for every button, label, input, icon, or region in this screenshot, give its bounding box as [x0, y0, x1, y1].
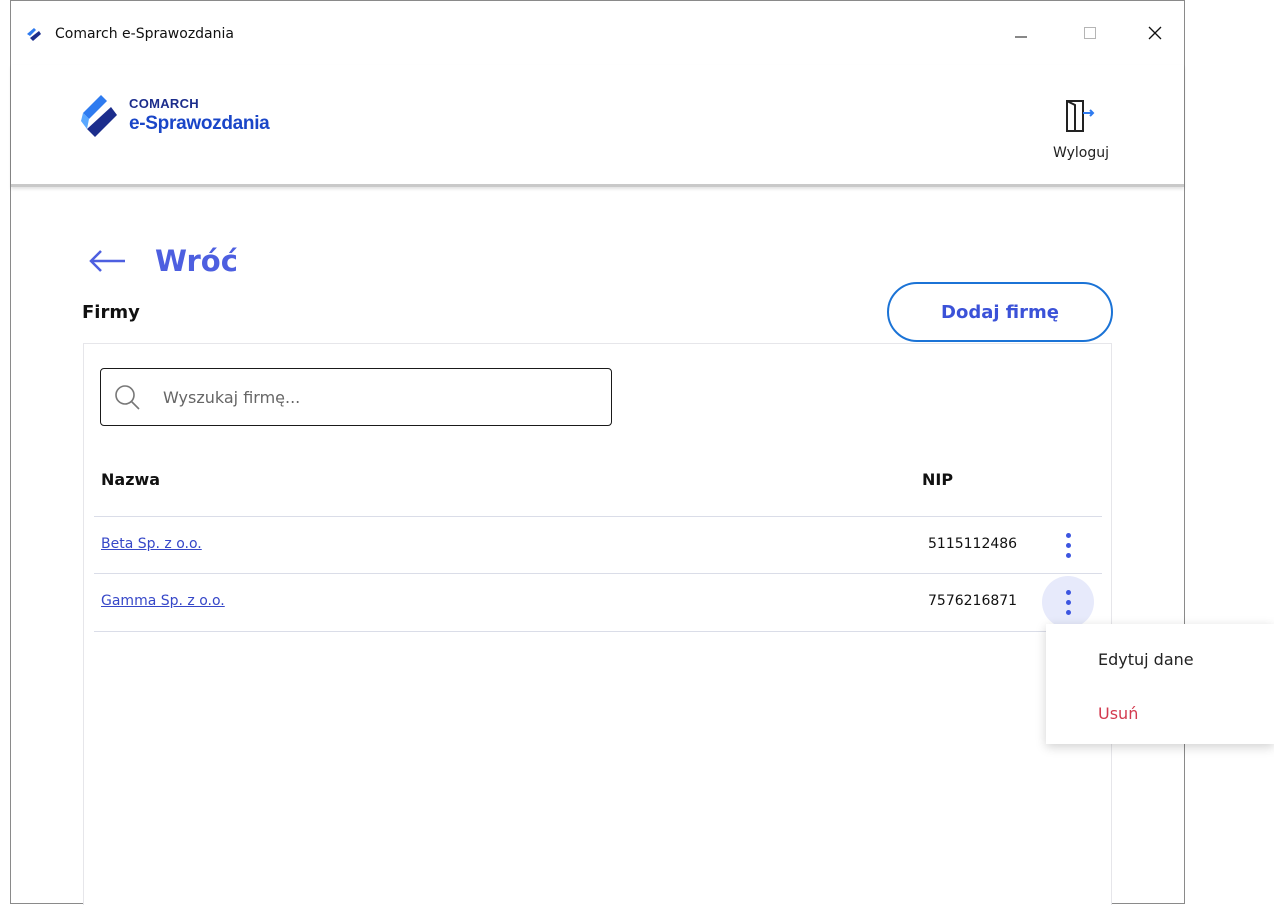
company-name-link[interactable]: Gamma Sp. z o.o.	[101, 593, 225, 609]
app-header: COMARCH e-Sprawozdania Wyloguj	[11, 65, 1184, 187]
company-name-link[interactable]: Beta Sp. z o.o.	[101, 536, 202, 552]
app-icon	[27, 28, 41, 41]
maximize-button[interactable]	[1067, 17, 1113, 49]
brand-name: COMARCH	[129, 96, 199, 111]
row-context-menu: Edytuj dane Usuń	[1046, 624, 1274, 744]
row-actions-button[interactable]	[1042, 576, 1094, 628]
kebab-dot	[1065, 599, 1071, 605]
menu-item-delete-label: Usuń	[1098, 704, 1139, 723]
menu-item-edit-label: Edytuj dane	[1098, 650, 1194, 669]
column-header-name: Nazwa	[101, 470, 161, 489]
minimize-button[interactable]	[998, 17, 1044, 49]
logout-button[interactable]: Wyloguj	[1041, 99, 1121, 169]
column-header-nip: NIP	[922, 470, 954, 489]
table-row: Beta Sp. z o.o. 5115112486	[94, 517, 1102, 573]
divider	[94, 631, 1102, 632]
close-icon	[1148, 26, 1162, 40]
minimize-icon	[1015, 36, 1027, 38]
search-input[interactable]	[163, 387, 583, 407]
app-window: Comarch e-Sprawozdania COMARCH e-Sprawoz…	[10, 0, 1185, 905]
company-nip: 5115112486	[928, 536, 1018, 552]
logout-icon	[1066, 100, 1095, 132]
menu-item-edit[interactable]: Edytuj dane	[1046, 632, 1274, 688]
add-company-button[interactable]: Dodaj firmę	[887, 282, 1113, 342]
back-button[interactable]: Wróć	[87, 237, 238, 285]
window-title: Comarch e-Sprawozdania	[55, 26, 234, 42]
company-nip: 7576216871	[928, 593, 1018, 609]
brand-product: e-Sprawozdania	[129, 113, 270, 134]
search-icon	[115, 385, 140, 410]
close-button[interactable]	[1132, 17, 1178, 49]
kebab-dot	[1065, 542, 1071, 548]
comarch-logo	[81, 95, 117, 137]
kebab-dot	[1065, 589, 1071, 595]
kebab-dot	[1065, 552, 1071, 558]
kebab-dot	[1065, 609, 1071, 615]
kebab-dot	[1065, 532, 1071, 538]
companies-panel: Nazwa NIP Beta Sp. z o.o. 5115112486 Gam…	[83, 343, 1112, 905]
search-box[interactable]	[100, 368, 612, 426]
page-title: Firmy	[82, 302, 140, 323]
table-row: Gamma Sp. z o.o. 7576216871	[94, 574, 1102, 630]
logout-label: Wyloguj	[1053, 145, 1109, 161]
row-actions-button[interactable]	[1042, 519, 1094, 571]
arrow-left-icon	[89, 250, 125, 272]
maximize-icon	[1084, 27, 1096, 39]
back-label: Wróć	[155, 244, 238, 278]
title-bar: Comarch e-Sprawozdania	[11, 1, 1184, 65]
menu-item-delete[interactable]: Usuń	[1046, 688, 1274, 744]
